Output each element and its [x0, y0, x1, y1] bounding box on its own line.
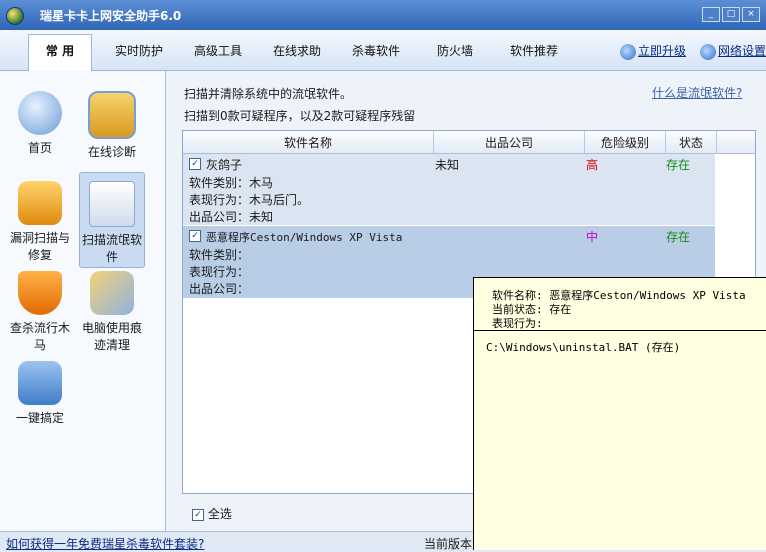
current-version-label: 当前版本 — [424, 537, 473, 551]
risk-level: 中 — [586, 230, 599, 244]
column-header-status[interactable]: 状态 — [666, 134, 716, 151]
status: 存在 — [666, 158, 691, 172]
tooltip-path: C:\Windows\uninstal.BAT (存在) — [486, 341, 681, 354]
menu-bar: 常 用 实时防护 高级工具 在线求助 杀毒软件 防火墙 软件推荐 立即升级 网络… — [0, 30, 766, 71]
software-name: 恶意程序Ceston/Windows XP Vista — [206, 231, 403, 244]
behavior-line: 表现行为：木马后门。 — [189, 193, 310, 207]
sidebar-item-one-click[interactable]: 一键搞定 — [8, 361, 72, 426]
broom-icon — [90, 271, 134, 315]
warning-window-icon — [89, 181, 135, 227]
sidebar-item-trojan[interactable]: 查杀流行木马 — [8, 271, 72, 353]
app-logo-icon — [6, 7, 24, 25]
software-company: 未知 — [435, 158, 460, 172]
tab-antivirus[interactable]: 杀毒软件 — [352, 42, 400, 59]
row-checkbox[interactable]: ✓ — [189, 230, 201, 242]
risk-level: 高 — [586, 158, 599, 172]
type-line: 软件类别：木马 — [189, 176, 274, 190]
network-settings-link[interactable]: 网络设置 — [700, 42, 766, 60]
close-button[interactable]: × — [742, 7, 760, 22]
scan-description: 扫描并清除系统中的流氓软件。 — [184, 87, 353, 101]
sidebar-item-patch[interactable]: 漏洞扫描与修复 — [8, 181, 72, 263]
what-is-rogue-link[interactable]: 什么是流氓软件? — [652, 84, 742, 101]
table-header: 软件名称 出品公司 危险级别 状态 — [183, 131, 755, 154]
tab-advanced-tools[interactable]: 高级工具 — [194, 42, 242, 59]
row-checkbox[interactable]: ✓ — [189, 158, 201, 170]
status: 存在 — [666, 230, 691, 244]
window-title: 瑞星卡卡上网安全助手6.0 — [40, 9, 182, 23]
tooltip-divider — [474, 330, 766, 331]
upgrade-link[interactable]: 立即升级 — [620, 42, 686, 60]
maximize-button[interactable]: □ — [722, 7, 740, 22]
column-header-name[interactable]: 软件名称 — [183, 134, 433, 151]
home-icon — [18, 91, 62, 135]
select-all-checkbox[interactable]: ✓ 全选 — [192, 505, 232, 522]
sidebar-item-diagnose[interactable]: 在线诊断 — [80, 91, 144, 160]
tab-software[interactable]: 软件推荐 — [510, 42, 558, 59]
window-controls: _ □ × — [700, 5, 760, 22]
diagnose-icon — [88, 91, 136, 139]
sidebar: 首页 在线诊断 漏洞扫描与修复 扫描流氓软件 查杀流行木马 电脑使用痕迹清理 一… — [0, 71, 166, 531]
sidebar-item-cleanup[interactable]: 电脑使用痕迹清理 — [80, 271, 144, 353]
trojan-shield-icon — [18, 271, 62, 315]
tab-common[interactable]: 常 用 — [28, 34, 92, 71]
network-icon — [700, 43, 716, 60]
column-header-company[interactable]: 出品公司 — [434, 134, 584, 151]
scan-result-summary: 扫描到0款可疑程序，以及2款可疑程序残留 — [184, 109, 416, 123]
sidebar-item-scan-rogue[interactable]: 扫描流氓软件 — [79, 172, 145, 268]
select-all-box[interactable]: ✓ — [192, 508, 204, 521]
tab-online-help[interactable]: 在线求助 — [273, 42, 321, 59]
title-bar: 瑞星卡卡上网安全助手6.0 _ □ × — [0, 0, 766, 30]
free-antivirus-link[interactable]: 如何获得一年免费瑞星杀毒软件套装? — [6, 535, 204, 552]
tooltip-behavior: 表现行为: — [492, 317, 543, 330]
upgrade-icon — [620, 43, 636, 60]
publisher-line: 出品公司： — [189, 282, 250, 296]
table-row[interactable]: ✓ 灰鸽子 未知 高 存在 软件类别：木马 表现行为：木马后门。 出品公司：未知 — [183, 154, 715, 225]
tab-realtime[interactable]: 实时防护 — [115, 42, 163, 59]
one-click-icon — [18, 361, 62, 405]
patch-box-icon — [18, 181, 62, 225]
software-name: 灰鸽子 — [206, 158, 243, 172]
behavior-line: 表现行为： — [189, 265, 250, 279]
publisher-line: 出品公司：未知 — [189, 210, 274, 224]
sidebar-item-home[interactable]: 首页 — [8, 91, 72, 156]
type-line: 软件类别： — [189, 248, 250, 262]
column-header-level[interactable]: 危险级别 — [585, 134, 665, 151]
minimize-button[interactable]: _ — [702, 7, 720, 22]
detail-tooltip: 软件名称: 恶意程序Ceston/Windows XP Vista 当前状态: … — [473, 277, 766, 550]
tab-firewall[interactable]: 防火墙 — [437, 42, 473, 59]
